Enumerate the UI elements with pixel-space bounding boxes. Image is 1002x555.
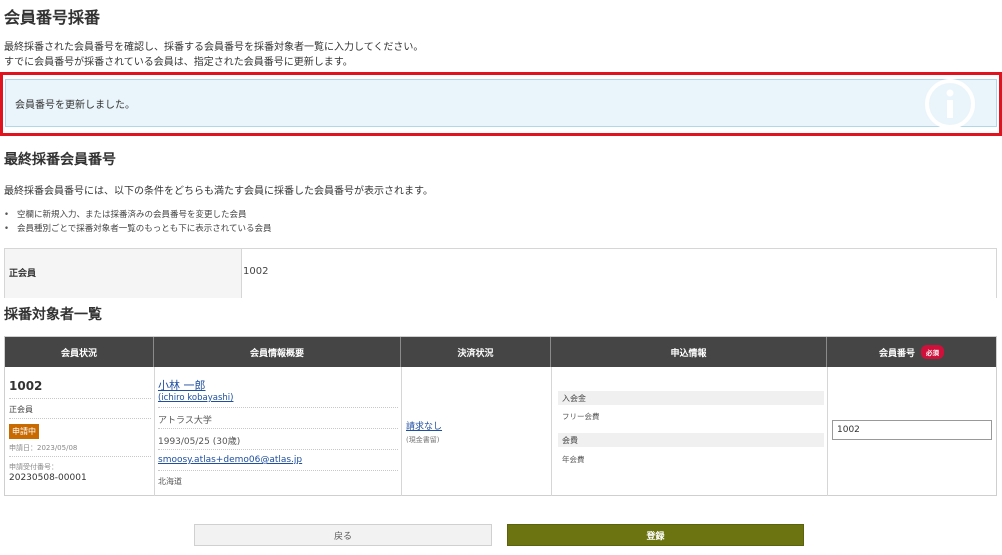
divider: [9, 418, 151, 419]
header-overview: 会員情報概要: [154, 337, 401, 367]
application-fee-value: フリー会費: [562, 412, 600, 421]
header-member-no: 会員番号 必須: [827, 337, 996, 367]
description-line-2: すでに会員番号が採番されている会員は、指定された会員番号に更新します。: [4, 57, 353, 68]
targets-table: 会員状況 会員情報概要 決済状況 申込情報 会員番号 必須 1002 正会員 申…: [4, 336, 997, 496]
success-alert: 会員番号を更新しました。: [5, 79, 997, 129]
divider: [158, 407, 398, 408]
last-number-table: 正会員 1002: [4, 248, 997, 298]
divider: [158, 449, 398, 450]
info-icon: [925, 79, 975, 129]
page-description: 最終採番された会員番号を確認し、採番する会員番号を採番対象者一覧に入力してくださ…: [4, 40, 423, 70]
last-number-value: 1002: [243, 266, 269, 277]
organization: アトラス大学: [158, 416, 212, 426]
last-number-note: 最終採番会員番号には、以下の条件をどちらも満たす会員に採番した会員番号が表示され…: [4, 186, 433, 197]
status-badge: 申請中: [9, 424, 39, 439]
column-divider: [551, 367, 552, 496]
table-header: 会員状況 会員情報概要 決済状況 申込情報 会員番号 必須: [5, 337, 996, 367]
payment-method: (現金書留): [406, 436, 440, 444]
header-status: 会員状況: [5, 337, 154, 367]
description-line-1: 最終採番された会員番号を確認し、採番する会員番号を採番対象者一覧に入力してくださ…: [4, 42, 424, 53]
page-title: 会員番号採番: [4, 8, 101, 27]
submit-button[interactable]: 登録: [507, 524, 804, 546]
membership-fee-value: 年会費: [562, 455, 585, 464]
divider: [9, 456, 151, 457]
last-number-section-title: 最終採番会員番号: [4, 152, 116, 168]
divider: [158, 470, 398, 471]
member-type: 正会員: [9, 405, 33, 414]
prefecture: 北海道: [158, 477, 182, 486]
receipt-number: 20230508-00001: [9, 473, 87, 483]
birth-date: 1993/05/25 (30歳): [158, 437, 241, 447]
header-member-no-label: 会員番号: [878, 348, 915, 359]
member-kana-link[interactable]: (ichiro kobayashi): [158, 393, 233, 403]
required-badge: 必須: [921, 345, 944, 359]
member-name-link[interactable]: 小林 一郎: [158, 377, 206, 393]
divider: [9, 398, 151, 399]
application-fee-heading: 入会金: [558, 391, 824, 405]
condition-item: 空欄に新規入力、または採番済みの会員番号を変更した会員: [4, 208, 272, 222]
header-payment: 決済状況: [401, 337, 551, 367]
email-link[interactable]: smoosy.atlas+demo06@atlas.jp: [158, 455, 302, 465]
apply-date: 申請日：2023/05/08: [9, 444, 78, 452]
row-member-number: 1002: [9, 379, 43, 393]
header-application: 申込情報: [551, 337, 827, 367]
condition-list: 空欄に新規入力、または採番済みの会員番号を変更した会員 会員種別ごとで採番対象者…: [4, 208, 272, 236]
receipt-label: 申請受付番号：: [9, 463, 58, 471]
column-divider: [827, 367, 828, 496]
member-number-input[interactable]: [832, 420, 992, 440]
targets-section-title: 採番対象者一覧: [4, 307, 102, 323]
back-button[interactable]: 戻る: [194, 524, 492, 546]
condition-item: 会員種別ごとで採番対象者一覧のもっとも下に表示されている会員: [4, 222, 272, 236]
membership-fee-heading: 会費: [558, 433, 824, 447]
column-divider: [401, 367, 402, 496]
payment-status-link[interactable]: 請求なし: [406, 419, 442, 432]
divider: [158, 428, 398, 429]
last-number-label: 正会員: [5, 249, 242, 298]
column-divider: [154, 367, 155, 496]
alert-message: 会員番号を更新しました。: [15, 100, 135, 111]
